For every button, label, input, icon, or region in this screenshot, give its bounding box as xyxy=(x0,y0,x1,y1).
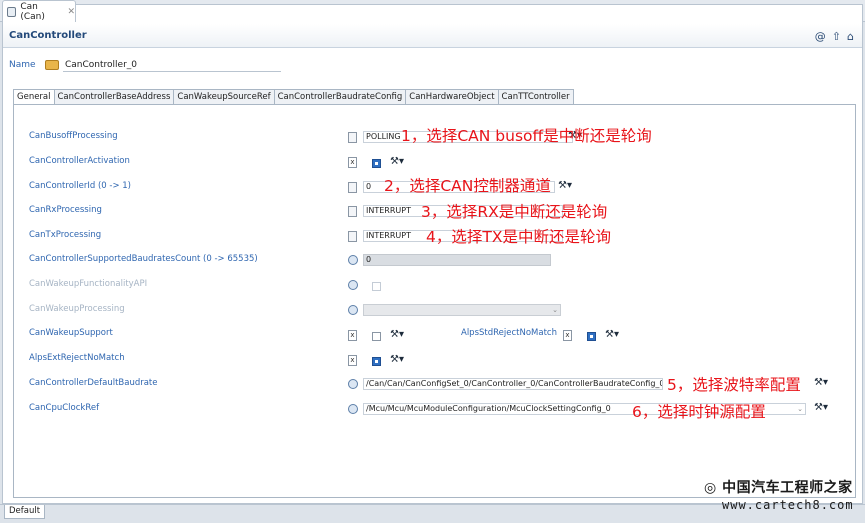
annotation-4: 4，选择TX是中断还是轮询 xyxy=(426,228,611,246)
config-tool-icon[interactable]: ⚒▾ xyxy=(390,354,404,365)
bool-icon: x xyxy=(348,330,357,341)
wakeup-proc-select: ⌄ xyxy=(363,304,561,316)
config-tool-icon[interactable]: ⚒▾ xyxy=(605,329,619,340)
default-baud-label: CanControllerDefaultBaudrate xyxy=(29,378,158,388)
int-icon xyxy=(348,182,357,193)
activation-label: CanControllerActivation xyxy=(29,156,130,166)
wakeup-support-checkbox[interactable] xyxy=(372,332,381,341)
activation-checkbox[interactable] xyxy=(372,159,381,168)
watermark-title: ◎ 中国汽车工程师之家 xyxy=(704,480,853,496)
enum-icon xyxy=(348,231,357,242)
page-title: CanController xyxy=(9,30,87,41)
reference-icon xyxy=(348,379,358,389)
editor-tab-title: Can (Can) xyxy=(20,1,45,22)
default-baud-ref[interactable]: /Can/Can/CanConfigSet_0/CanController_0/… xyxy=(363,378,663,390)
chevron-down-icon: ⌄ xyxy=(552,306,558,314)
config-tool-icon[interactable]: ⚒▾ xyxy=(390,329,404,340)
tx-label: CanTxProcessing xyxy=(29,230,102,240)
tab-hardware-object[interactable]: CanHardwareObject xyxy=(406,89,499,105)
annotation-2: 2，选择CAN控制器通道 xyxy=(384,177,551,195)
derived-icon xyxy=(348,255,358,265)
rx-label: CanRxProcessing xyxy=(29,205,102,215)
tab-general[interactable]: General xyxy=(13,89,55,105)
name-row: Name xyxy=(9,58,281,72)
general-panel xyxy=(13,104,856,498)
bool-icon: x xyxy=(348,157,357,168)
busoff-label: CanBusoffProcessing xyxy=(29,131,118,141)
close-icon[interactable]: ✕ xyxy=(67,7,75,17)
annotation-5: 5，选择波特率配置 xyxy=(667,376,801,394)
config-tool-icon[interactable]: ⚒▾ xyxy=(814,377,828,388)
at-icon[interactable]: @ xyxy=(815,30,826,43)
config-tool-icon[interactable]: ⚒▾ xyxy=(814,402,828,413)
wakeup-proc-label: CanWakeupProcessing xyxy=(29,304,125,314)
wakeup-api-label: CanWakeupFunctionalityAPI xyxy=(29,279,148,289)
name-label: Name xyxy=(9,60,36,70)
annotation-1: 1，选择CAN busoff是中断还是轮询 xyxy=(401,127,652,145)
config-tool-icon[interactable]: ⚒▾ xyxy=(390,156,404,167)
tab-wakeup-source-ref[interactable]: CanWakeupSourceRef xyxy=(174,89,275,105)
baud-count-label: CanControllerSupportedBaudratesCount (0 … xyxy=(29,254,258,264)
folder-icon xyxy=(45,60,59,70)
header-icons: @ ⇧ ⌂ xyxy=(815,30,854,43)
alps-ext-label: AlpsExtRejectNoMatch xyxy=(29,353,125,363)
enum-icon xyxy=(348,132,357,143)
wakeup-api-checkbox xyxy=(372,282,381,291)
tab-baudrate-config[interactable]: CanControllerBaudrateConfig xyxy=(274,89,407,105)
reference-icon xyxy=(348,404,358,414)
watermark: ◎ 中国汽车工程师之家 www.cartech8.com xyxy=(704,472,860,520)
enum-icon xyxy=(348,206,357,217)
alps-std-label: AlpsStdRejectNoMatch xyxy=(461,328,557,338)
derived-icon xyxy=(348,305,358,315)
wakeup-support-label: CanWakeupSupport xyxy=(29,328,113,338)
watermark-url: www.cartech8.com xyxy=(722,498,854,512)
module-icon xyxy=(7,6,17,17)
config-tool-icon[interactable]: ⚒▾ xyxy=(558,180,572,191)
property-tabs: General CanControllerBaseAddress CanWake… xyxy=(13,89,574,105)
controller-id-label: CanControllerId (0 -> 1) xyxy=(29,181,131,191)
annotation-3: 3，选择RX是中断还是轮询 xyxy=(421,203,608,221)
tab-default[interactable]: Default xyxy=(4,505,46,519)
tab-base-address[interactable]: CanControllerBaseAddress xyxy=(54,89,175,105)
cpu-clock-value: /Mcu/Mcu/McuModuleConfiguration/McuClock… xyxy=(366,404,611,413)
header-bar: CanController @ ⇧ ⌂ xyxy=(3,24,862,48)
editor-tab-can[interactable]: Can (Can) ✕ xyxy=(2,0,76,22)
baud-count-field: 0 xyxy=(363,254,551,266)
name-input[interactable] xyxy=(63,58,281,72)
annotation-6: 6，选择时钟源配置 xyxy=(632,403,766,421)
home-icon[interactable]: ⌂ xyxy=(847,30,854,43)
derived-icon xyxy=(348,280,358,290)
up-arrow-icon[interactable]: ⇧ xyxy=(832,30,841,43)
bool-icon: x xyxy=(348,355,357,366)
alps-std-checkbox[interactable] xyxy=(587,332,596,341)
cpu-clock-label: CanCpuClockRef xyxy=(29,403,100,413)
tab-tt-controller[interactable]: CanTTController xyxy=(498,89,574,105)
bool-icon: x xyxy=(563,330,572,341)
chevron-down-icon[interactable]: ⌄ xyxy=(797,404,803,414)
alps-ext-checkbox[interactable] xyxy=(372,357,381,366)
